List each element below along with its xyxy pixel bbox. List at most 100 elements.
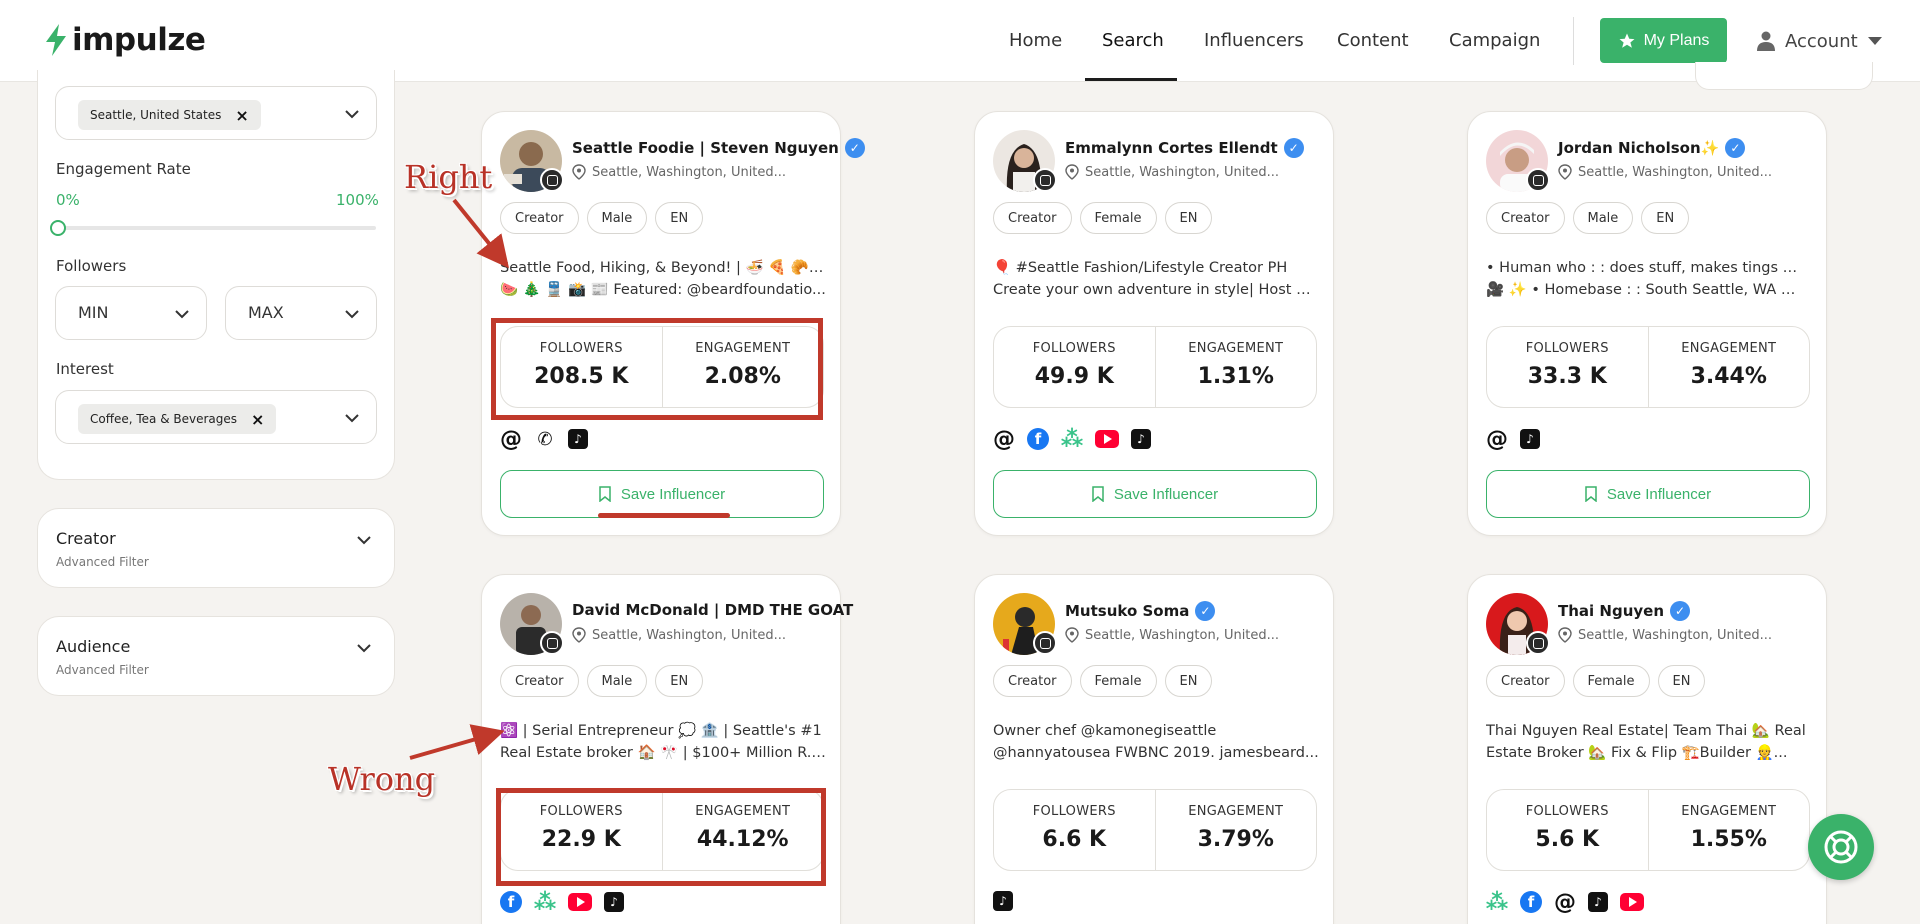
audience-filter-subtitle: Advanced Filter xyxy=(56,663,149,677)
engagement-slider-track[interactable] xyxy=(56,226,376,230)
location-select[interactable]: Seattle, United States × xyxy=(55,86,377,140)
bio-line: Thai Nguyen Real Estate| Team Thai 🏡 Rea… xyxy=(1486,723,1806,739)
save-influencer-label: Save Influencer xyxy=(1113,485,1219,503)
interest-chip-label: Coffee, Tea & Beverages xyxy=(90,412,238,426)
at-icon[interactable]: @ xyxy=(1486,427,1508,452)
account-menu[interactable]: Account xyxy=(1757,22,1882,60)
at-icon[interactable]: @ xyxy=(993,427,1015,452)
facebook-icon[interactable]: f xyxy=(500,891,522,913)
creator-filter-accordion[interactable]: Creator Advanced Filter xyxy=(37,508,395,588)
save-influencer-button[interactable]: Save Influencer xyxy=(1486,470,1810,518)
bio-line: Seattle Food, Hiking, & Beyond! | 🍜 🍕 🥐 … xyxy=(500,260,826,276)
linktree-icon[interactable]: ⁂ xyxy=(1061,427,1084,452)
influencer-bio: ⚛️ | Serial Entrepreneur 💭 🏦 | Seattle's… xyxy=(500,720,826,764)
at-icon[interactable]: @ xyxy=(1554,890,1576,915)
stats-box: FOLLOWERS 6.6 K ENGAGEMENT 3.79% xyxy=(993,789,1317,871)
influencer-bio: 🎈 #Seattle Fashion/Lifestyle Creator PH C… xyxy=(993,257,1319,301)
influencer-name[interactable]: Emmalynn Cortes Ellendt xyxy=(1065,139,1278,157)
influencer-name[interactable]: Mutsuko Soma xyxy=(1065,602,1189,620)
youtube-icon[interactable] xyxy=(1095,430,1119,448)
engagement-value: 1.55% xyxy=(1690,827,1767,852)
at-icon[interactable]: @ xyxy=(500,427,522,452)
influencer-location: Seattle, Washington, United... xyxy=(1085,164,1280,180)
nav-content[interactable]: Content xyxy=(1337,0,1409,82)
tiktok-icon[interactable]: ♪ xyxy=(993,891,1013,911)
tag-pill: EN xyxy=(1164,202,1213,234)
tiktok-icon[interactable]: ♪ xyxy=(1588,892,1608,912)
interest-select[interactable]: Coffee, Tea & Beverages × xyxy=(55,390,377,444)
lifebuoy-icon xyxy=(1824,830,1858,864)
bookmark-icon xyxy=(1585,486,1597,502)
location-pin-icon xyxy=(1558,164,1572,180)
save-influencer-button[interactable]: Save Influencer xyxy=(993,470,1317,518)
brand-logo[interactable]: impulze xyxy=(44,22,206,58)
audience-filter-accordion[interactable]: Audience Advanced Filter xyxy=(37,616,395,696)
filter-panel: Seattle, United States × Engagement Rate… xyxy=(37,70,395,480)
followers-value: 6.6 K xyxy=(1042,827,1107,852)
phone-icon[interactable]: ✆ xyxy=(534,428,556,450)
influencer-name[interactable]: Thai Nguyen xyxy=(1558,602,1664,620)
user-icon xyxy=(1757,31,1775,51)
engagement-label: ENGAGEMENT xyxy=(1188,341,1284,356)
save-influencer-button[interactable]: Save Influencer xyxy=(500,470,824,518)
influencer-name[interactable]: David McDonald | DMD THE GOAT xyxy=(572,601,853,619)
facebook-icon[interactable]: f xyxy=(1520,891,1542,913)
engagement-label: ENGAGEMENT xyxy=(1681,341,1777,356)
nav-search[interactable]: Search xyxy=(1102,0,1164,82)
influencer-card[interactable]: Jordan Nicholson✨ ✓ Seattle, Washington, … xyxy=(1467,111,1827,536)
influencer-location: Seattle, Washington, United... xyxy=(1578,164,1773,180)
bookmark-icon xyxy=(1092,486,1104,502)
instagram-icon xyxy=(1033,631,1057,655)
stats-box: FOLLOWERS 33.3 K ENGAGEMENT 3.44% xyxy=(1486,326,1810,408)
followers-max-value: MAX xyxy=(248,303,284,322)
influencer-name[interactable]: Jordan Nicholson✨ xyxy=(1558,139,1719,157)
engagement-max-value: 100% xyxy=(336,191,379,209)
influencer-card[interactable]: Mutsuko Soma ✓ Seattle, Washington, Unite… xyxy=(974,574,1334,924)
instagram-icon xyxy=(540,168,564,192)
tag-pill: Creator xyxy=(993,665,1072,697)
engagement-slider-handle[interactable] xyxy=(50,220,66,236)
linktree-icon[interactable]: ⁂ xyxy=(1486,890,1509,915)
tiktok-icon[interactable]: ♪ xyxy=(604,892,624,912)
youtube-icon[interactable] xyxy=(1620,893,1644,911)
bio-line: • Human who : : does stuff, makes tings … xyxy=(1486,260,1812,276)
nav-influencers[interactable]: Influencers xyxy=(1204,0,1304,82)
bio-line: Real Estate broker 🏠 🎌 | $100+ Million R… xyxy=(500,745,826,761)
influencer-card[interactable]: Emmalynn Cortes Ellendt ✓ Seattle, Washin… xyxy=(974,111,1334,536)
tiktok-icon[interactable]: ♪ xyxy=(1520,429,1540,449)
influencer-location: Seattle, Washington, United... xyxy=(592,164,787,180)
engagement-label: ENGAGEMENT xyxy=(1681,804,1777,819)
sort-control[interactable] xyxy=(1695,62,1873,90)
engagement-value: 1.31% xyxy=(1197,364,1274,389)
instagram-icon xyxy=(540,631,564,655)
followers-max-select[interactable]: MAX xyxy=(225,286,377,340)
tag-pill: Creator xyxy=(993,202,1072,234)
tiktok-icon[interactable]: ♪ xyxy=(568,429,588,449)
influencer-location: Seattle, Washington, United... xyxy=(1578,627,1773,643)
location-pin-icon xyxy=(572,164,586,180)
chevron-down-icon xyxy=(175,310,189,319)
nav-campaign[interactable]: Campaign xyxy=(1449,0,1540,82)
creator-filter-title: Creator xyxy=(56,529,116,548)
engagement-value: 3.44% xyxy=(1690,364,1767,389)
followers-label: FOLLOWERS xyxy=(1525,341,1609,356)
nav-divider xyxy=(1573,17,1574,65)
influencer-name[interactable]: Seattle Foodie | Steven Nguyen xyxy=(572,139,839,157)
influencer-card[interactable]: Thai Nguyen ✓ Seattle, Washington, United… xyxy=(1467,574,1827,924)
help-button[interactable] xyxy=(1808,814,1874,880)
my-plans-button[interactable]: My Plans xyxy=(1600,18,1727,63)
nav-home[interactable]: Home xyxy=(1009,0,1062,82)
tag-pill: EN xyxy=(1641,202,1690,234)
tiktok-icon[interactable]: ♪ xyxy=(1131,429,1151,449)
verified-icon: ✓ xyxy=(1283,138,1304,158)
remove-location-icon[interactable]: × xyxy=(235,106,248,125)
youtube-icon[interactable] xyxy=(568,893,592,911)
remove-interest-icon[interactable]: × xyxy=(251,410,264,429)
chevron-down-icon xyxy=(357,644,371,653)
followers-min-select[interactable]: MIN xyxy=(55,286,207,340)
bookmark-icon xyxy=(599,486,611,502)
bio-line: ⚛️ | Serial Entrepreneur 💭 🏦 | Seattle's… xyxy=(500,723,822,739)
facebook-icon[interactable]: f xyxy=(1027,428,1049,450)
linktree-icon[interactable]: ⁂ xyxy=(534,890,557,915)
save-influencer-label: Save Influencer xyxy=(1606,485,1712,503)
